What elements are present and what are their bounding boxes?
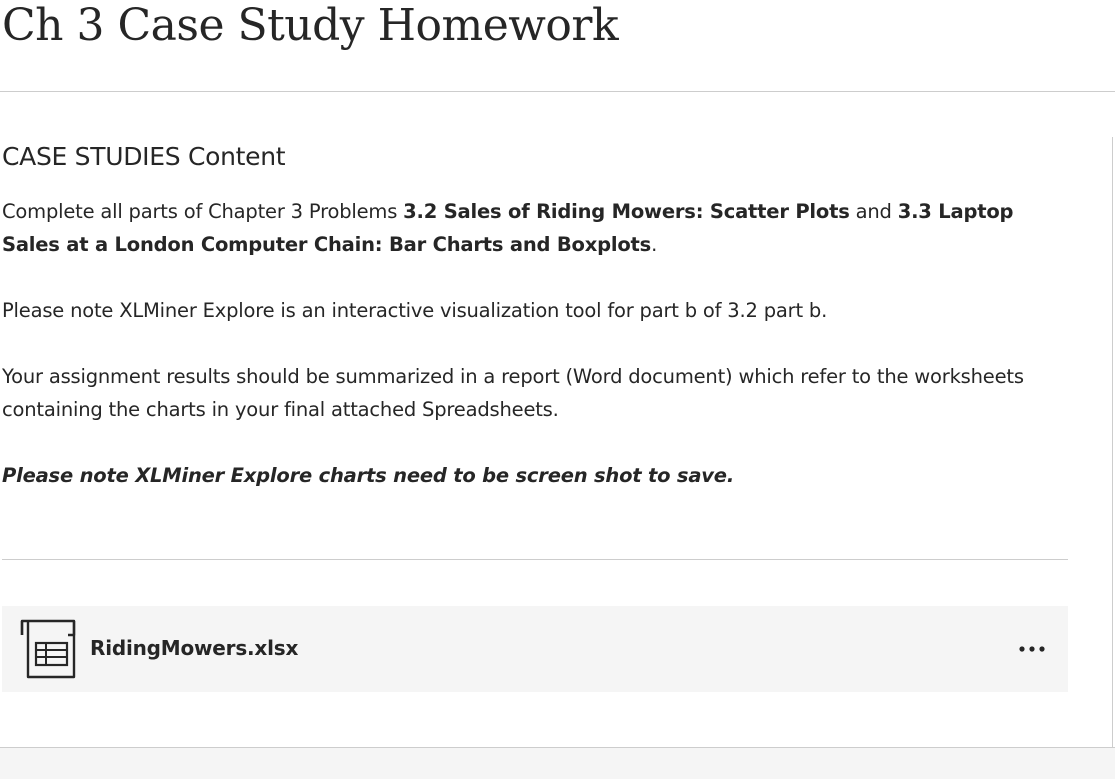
xlminer-note: Please note XLMiner Explore is an intera… [2,299,828,322]
instructions-lead: Complete all parts of Chapter 3 Problems [2,200,404,223]
instructions-paragraph: Complete all parts of Chapter 3 Problems… [2,195,1072,261]
title-divider [0,91,1115,92]
more-options-button[interactable] [1012,634,1052,664]
attachment-card[interactable]: RidingMowers.xlsx [2,606,1068,692]
report-instructions: Your assignment results should be summar… [2,365,1024,421]
page-title: Ch 3 Case Study Homework [2,0,619,51]
screenshot-note: Please note XLMiner Explore charts need … [2,464,735,487]
attachment-file-name[interactable]: RidingMowers.xlsx [90,634,298,662]
problem-3-2-title: 3.2 Sales of Riding Mowers: Scatter Plot… [403,200,850,223]
content-divider [2,559,1068,560]
section-heading: CASE STUDIES Content [2,142,286,171]
spreadsheet-icon [18,619,76,679]
instructions-mid: and [849,200,898,223]
more-options-icon [1019,646,1045,652]
instructions-tail: . [651,233,658,256]
panel-border [1112,137,1113,747]
footer-band [0,748,1115,779]
content-page: Ch 3 Case Study Homework CASE STUDIES Co… [0,0,1115,779]
